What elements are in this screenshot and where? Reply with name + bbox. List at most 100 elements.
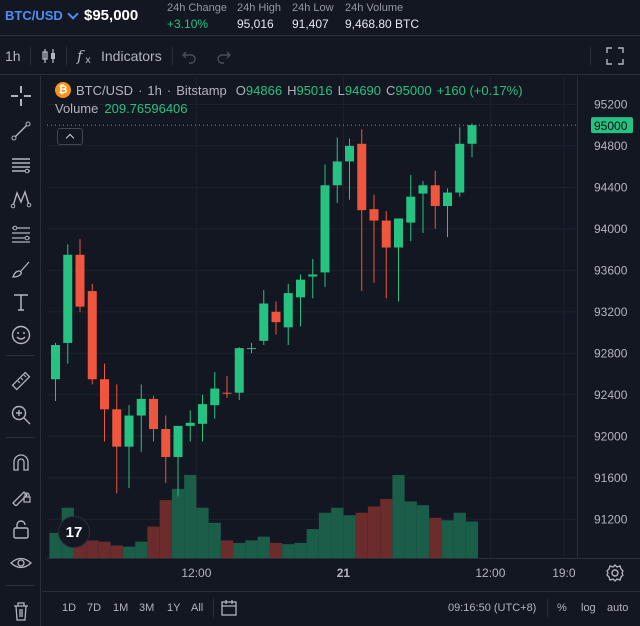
candle-body xyxy=(161,429,171,458)
volume-bar xyxy=(159,500,172,558)
stat-value: 9,468.80 BTC xyxy=(345,17,420,31)
candle-body xyxy=(222,392,232,394)
legend-low-label: L xyxy=(337,82,345,98)
candle-body xyxy=(381,220,391,248)
last-price-label: 95000 xyxy=(594,119,628,133)
bottom-divider xyxy=(213,599,214,617)
volume-bar xyxy=(147,526,160,558)
y-tick-label: 92800 xyxy=(594,346,628,360)
text-tool-icon[interactable] xyxy=(8,289,34,315)
volume-bar xyxy=(441,520,454,558)
volume-bar xyxy=(453,512,466,558)
chevron-up-icon xyxy=(65,133,75,143)
candlestick-chart[interactable]: 95200 94800 94400 94000 93600 93200 92800 92400… xyxy=(47,76,640,590)
legend-symbol: BTC/USD xyxy=(76,82,134,98)
tradingview-logo[interactable]: 17 xyxy=(58,516,90,548)
clock-time[interactable]: 09:16:50 (UTC+8) xyxy=(448,602,536,614)
legend-separator: · xyxy=(166,82,172,98)
brush-icon[interactable] xyxy=(8,256,34,282)
volume-bar xyxy=(416,505,430,558)
chart-area[interactable]: 95200 94800 94400 94000 93600 93200 92800 92400… xyxy=(47,76,640,590)
candle-body xyxy=(296,279,305,298)
volume-bar xyxy=(343,515,356,558)
settings-gear-icon[interactable] xyxy=(605,563,625,583)
candle-body xyxy=(455,143,465,193)
trash-icon[interactable] xyxy=(8,598,34,624)
candle-style-icon[interactable] xyxy=(40,37,58,75)
redo-icon[interactable] xyxy=(216,37,232,75)
range-1d[interactable]: 1D xyxy=(62,602,76,614)
candle-body xyxy=(357,143,367,211)
x-tick-label: 12:00 xyxy=(475,566,505,580)
horizontal-lines-icon[interactable] xyxy=(8,152,34,178)
percent-toggle[interactable]: % xyxy=(557,602,567,614)
range-1m[interactable]: 1M xyxy=(113,602,128,614)
y-tick-label: 91600 xyxy=(594,471,628,485)
eye-icon[interactable] xyxy=(8,550,34,576)
candle-body xyxy=(443,192,452,207)
lock-icon[interactable] xyxy=(8,516,34,542)
pattern-icon[interactable] xyxy=(8,186,34,212)
candle-body xyxy=(112,409,122,447)
lock-drawing-icon[interactable] xyxy=(8,482,34,508)
pair-selector[interactable]: BTC/USD xyxy=(5,7,79,23)
volume-bar xyxy=(196,507,209,558)
range-all[interactable]: All xyxy=(191,602,203,614)
range-7d[interactable]: 7D xyxy=(87,602,101,614)
range-3m[interactable]: 3M xyxy=(139,602,154,614)
y-tick-label: 94400 xyxy=(594,180,628,194)
y-tick-label: 94800 xyxy=(594,139,628,153)
calendar-icon[interactable] xyxy=(220,599,238,617)
fullscreen-icon[interactable] xyxy=(605,37,625,75)
log-toggle[interactable]: log xyxy=(581,602,596,614)
toolbar-divider xyxy=(30,47,31,65)
legend-open-label: O xyxy=(235,82,246,98)
zoom-in-icon[interactable] xyxy=(8,402,34,428)
candle-body xyxy=(75,254,85,307)
legend-volume-value: 209.76596406 xyxy=(104,101,188,116)
pair-label[interactable]: BTC/USD xyxy=(5,8,63,23)
candle-body xyxy=(332,161,342,186)
indicators-button[interactable]: fx Indicators xyxy=(76,37,162,75)
bottom-bar: 1D 7D 1M 3M 1Y All 09:16:50 (UTC+8) % lo… xyxy=(42,591,640,626)
candle-body xyxy=(234,348,244,393)
sidebar-divider xyxy=(6,585,35,586)
magnet-icon[interactable] xyxy=(8,450,34,476)
undo-icon[interactable] xyxy=(181,37,197,75)
auto-toggle[interactable]: auto xyxy=(607,602,628,614)
current-price: $95,000 xyxy=(84,7,139,24)
candle-body xyxy=(430,185,440,207)
range-1y[interactable]: 1Y xyxy=(167,602,180,614)
interval-button[interactable]: 1h xyxy=(5,37,21,75)
candle-body xyxy=(247,348,256,350)
bitcoin-icon: ₿ xyxy=(55,82,71,98)
y-tick-label: 93600 xyxy=(594,263,628,277)
volume-bar xyxy=(208,522,221,558)
fib-retracement-icon[interactable] xyxy=(8,221,34,247)
volume-bar xyxy=(171,488,185,558)
y-tick-label: 93200 xyxy=(594,305,628,319)
candle-body xyxy=(198,404,207,424)
indicators-label[interactable]: Indicators xyxy=(101,48,162,64)
volume-bar xyxy=(110,545,123,558)
candle-body xyxy=(63,254,73,343)
ruler-icon[interactable] xyxy=(8,368,34,394)
crosshair-icon[interactable] xyxy=(8,83,34,109)
trend-line-icon[interactable] xyxy=(8,118,34,144)
x-tick-label: 12:00 xyxy=(181,566,211,580)
candle-body xyxy=(185,422,195,426)
legend-open-value: 94866 xyxy=(245,82,283,98)
candle-body xyxy=(124,415,134,447)
candle-body xyxy=(87,291,97,380)
y-tick-label: 92000 xyxy=(594,429,628,443)
volume-bar xyxy=(220,540,234,558)
stat-label: 24h Volume xyxy=(345,2,404,14)
legend-close-label: C xyxy=(386,82,396,98)
sidebar-divider xyxy=(6,437,35,438)
chevron-down-icon[interactable] xyxy=(67,7,79,20)
stat-label: 24h Low xyxy=(292,2,334,14)
y-tick-label: 92400 xyxy=(594,388,628,402)
svg-text:x: x xyxy=(85,55,91,65)
collapse-legend-button[interactable] xyxy=(57,128,83,145)
emoji-icon[interactable] xyxy=(8,322,34,348)
